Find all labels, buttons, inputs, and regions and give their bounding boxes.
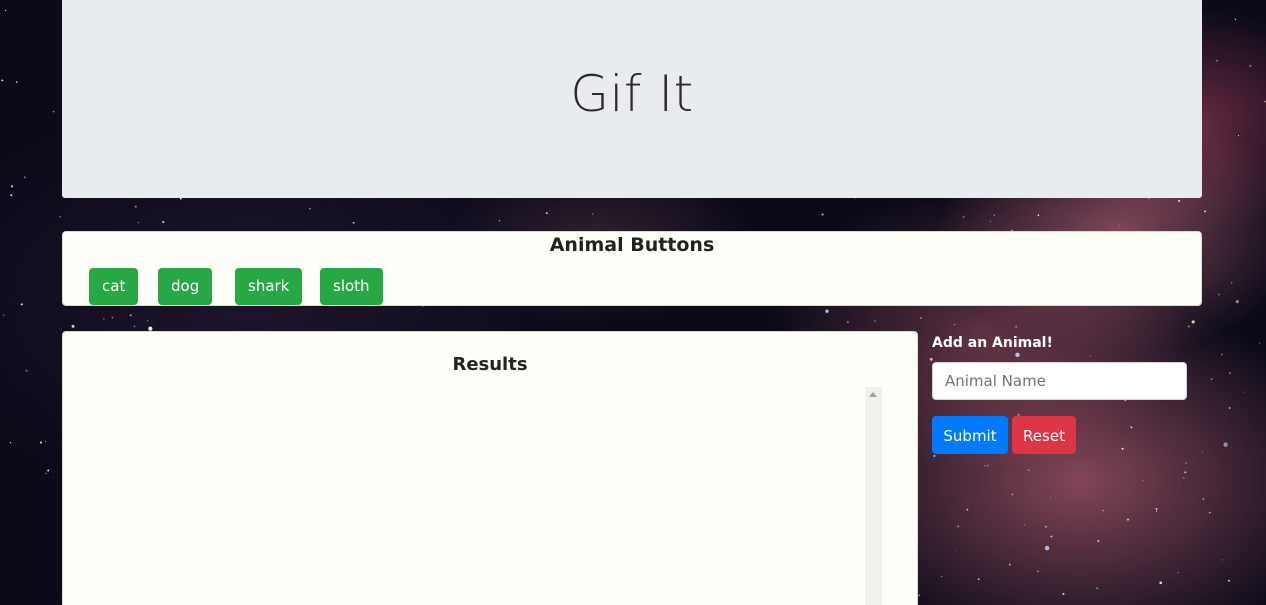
animal-button-dog[interactable]: dog xyxy=(158,268,213,305)
results-heading: Results xyxy=(452,354,528,375)
animal-button-shark[interactable]: shark xyxy=(235,268,303,305)
add-animal-form: Add an Animal! Submit Reset xyxy=(932,333,1188,454)
animal-name-input[interactable] xyxy=(932,362,1187,400)
submit-button[interactable]: Submit xyxy=(932,416,1008,454)
animal-buttons-heading: Animal Buttons xyxy=(549,234,715,256)
page-title: Gif It xyxy=(570,65,694,123)
results-panel: Results xyxy=(62,331,918,605)
header-jumbotron: Gif It xyxy=(62,0,1202,198)
results-scrollbar[interactable] xyxy=(865,387,882,605)
animal-button-cat[interactable]: cat xyxy=(89,268,139,305)
animal-buttons-panel: Animal Buttons cat dog shark sloth xyxy=(62,231,1202,306)
animal-button-sloth[interactable]: sloth xyxy=(320,268,383,305)
add-animal-label: Add an Animal! xyxy=(932,335,1053,351)
scroll-up-arrow-icon[interactable] xyxy=(869,392,877,397)
reset-button[interactable]: Reset xyxy=(1012,416,1076,454)
